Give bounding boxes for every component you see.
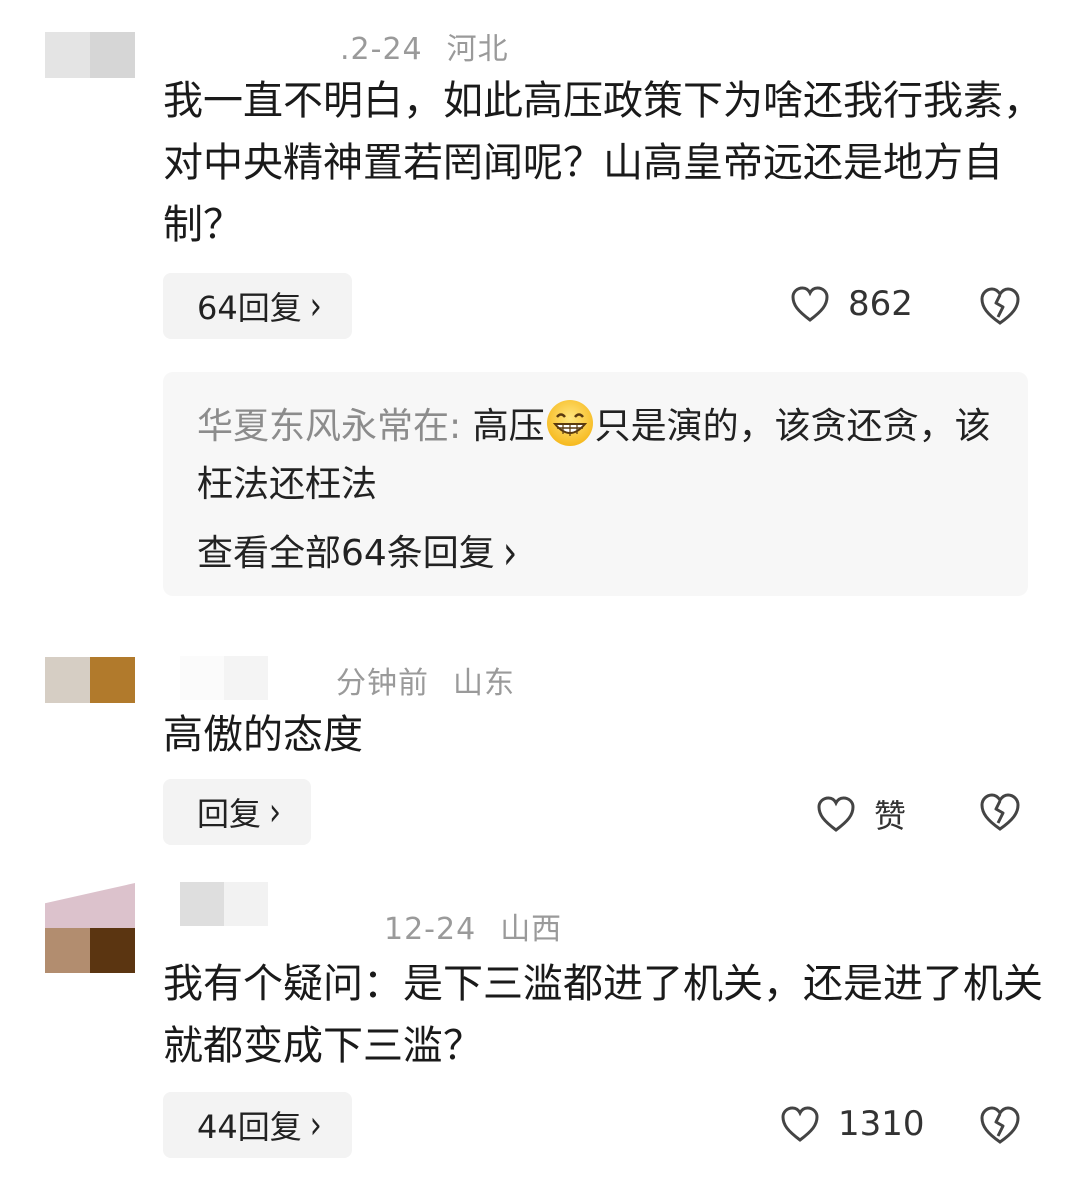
comment-location: 河北	[446, 32, 509, 67]
comment-meta: 12-24 山西	[384, 904, 562, 948]
sub-reply-author[interactable]: 华夏东风永常在:	[197, 406, 461, 447]
dislike-button[interactable]	[978, 1105, 1022, 1149]
like-button[interactable]: 1310	[780, 1104, 925, 1144]
heart-outline-icon	[781, 1106, 819, 1142]
broken-heart-icon	[980, 793, 1020, 831]
comment-text: 高傲的态度	[163, 712, 363, 758]
comment-text: 我有个疑问：是下三滥都进了机关，还是进了机关就都变成下三滥？	[163, 961, 1043, 1069]
like-button[interactable]: 赞	[816, 791, 906, 837]
comment-meta: 分钟前 山东	[336, 658, 515, 702]
like-count: 1310	[838, 1104, 925, 1144]
username-blurred[interactable]	[180, 882, 268, 926]
dislike-button[interactable]	[978, 792, 1022, 836]
comment-date: 12-24	[384, 912, 477, 947]
replies-label: 64回复	[197, 289, 302, 327]
heart-outline-icon	[791, 286, 829, 322]
sub-reply: 华夏东风永常在: 高压 只是演的，该贪还贪，该枉法还枉法	[197, 398, 997, 514]
like-count: 862	[848, 284, 913, 324]
comment-location: 山东	[453, 666, 515, 701]
chevron-right-icon: ›	[269, 789, 282, 835]
comment-date: .2-24	[340, 32, 423, 67]
comment-date: 分钟前	[336, 666, 429, 701]
heart-outline-icon	[817, 796, 855, 832]
chevron-right-icon: ›	[502, 526, 518, 581]
reply-label: 回复	[197, 795, 262, 833]
username-blurred[interactable]	[180, 656, 268, 700]
chevron-right-icon: ›	[309, 1102, 322, 1148]
sub-reply-box[interactable]: 华夏东风永常在: 高压 只是演的，该贪还贪，该枉法还枉法 查看全部64条回复 ›	[163, 372, 1028, 596]
replies-label: 44回复	[197, 1108, 302, 1146]
comment-meta: .2-24 河北	[340, 24, 509, 68]
like-button[interactable]: 862	[790, 284, 913, 324]
replies-button[interactable]: 44回复 ›	[163, 1092, 352, 1158]
avatar[interactable]	[45, 32, 135, 78]
dislike-button[interactable]	[978, 286, 1022, 330]
reply-button[interactable]: 回复 ›	[163, 779, 312, 845]
avatar[interactable]	[45, 883, 135, 973]
broken-heart-icon	[980, 287, 1020, 325]
broken-heart-icon	[980, 1106, 1020, 1144]
grinning-face-emoji-icon	[546, 400, 593, 446]
view-all-label: 查看全部64条回复	[197, 533, 495, 574]
replies-button[interactable]: 64回复 ›	[163, 273, 352, 339]
comment-location: 山西	[500, 912, 563, 947]
view-all-replies-link[interactable]: 查看全部64条回复 ›	[197, 524, 517, 580]
comment-text: 我一直不明白，如此高压政策下为啥还我行我素，对中央精神置若罔闻呢？山高皇帝远还是…	[163, 78, 1043, 248]
chevron-right-icon: ›	[309, 283, 322, 329]
avatar[interactable]	[45, 657, 135, 703]
sub-reply-text-before: 高压	[461, 406, 545, 447]
like-label: 赞	[874, 797, 907, 835]
